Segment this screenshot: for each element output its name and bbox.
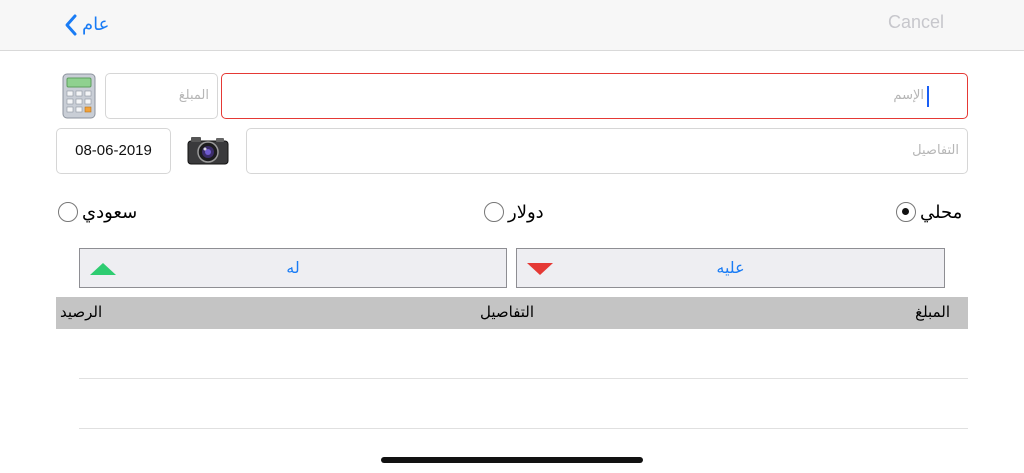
radio-option-saudi[interactable]: سعودي [58,199,137,225]
radio-icon-selected[interactable] [896,202,916,222]
navigation-bar: عام Cancel [0,0,1024,51]
radio-icon[interactable] [58,202,78,222]
radio-label-local: محلي [920,201,963,223]
row-separator [79,378,968,379]
calculator-icon[interactable] [62,73,96,119]
credit-label: له [286,258,300,277]
name-field[interactable]: الإسم [221,73,968,119]
radio-label-dollar: دولار [508,201,544,223]
radio-label-saudi: سعودي [82,201,138,223]
text-cursor [927,86,929,107]
back-button[interactable]: عام [64,10,109,40]
camera-icon[interactable] [186,134,230,166]
home-indicator[interactable] [381,457,643,463]
chevron-left-icon [65,14,77,36]
column-header-amount: المبلغ [915,303,950,321]
column-header-balance: الرصيد [60,303,103,321]
credit-button[interactable]: له [79,248,507,288]
column-header-details: التفاصيل [480,303,535,321]
table-header: المبلغ التفاصيل الرصيد [56,297,968,329]
radio-icon[interactable] [484,202,504,222]
debit-label: عليه [716,258,745,277]
row-separator [79,428,968,429]
cancel-button[interactable]: Cancel [888,12,944,33]
debit-button[interactable]: عليه [516,248,945,288]
name-placeholder: الإسم [893,88,924,103]
amount-placeholder: المبلغ [178,88,209,103]
amount-field[interactable]: المبلغ [105,73,218,119]
date-value: 08-06-2019 [75,142,152,159]
radio-option-dollar[interactable]: دولار [484,199,544,225]
radio-option-local[interactable]: محلي [896,199,962,225]
back-label: عام [82,14,110,35]
date-field[interactable]: 08-06-2019 [56,128,171,174]
details-placeholder: التفاصيل [912,143,959,158]
details-field[interactable]: التفاصيل [246,128,968,174]
